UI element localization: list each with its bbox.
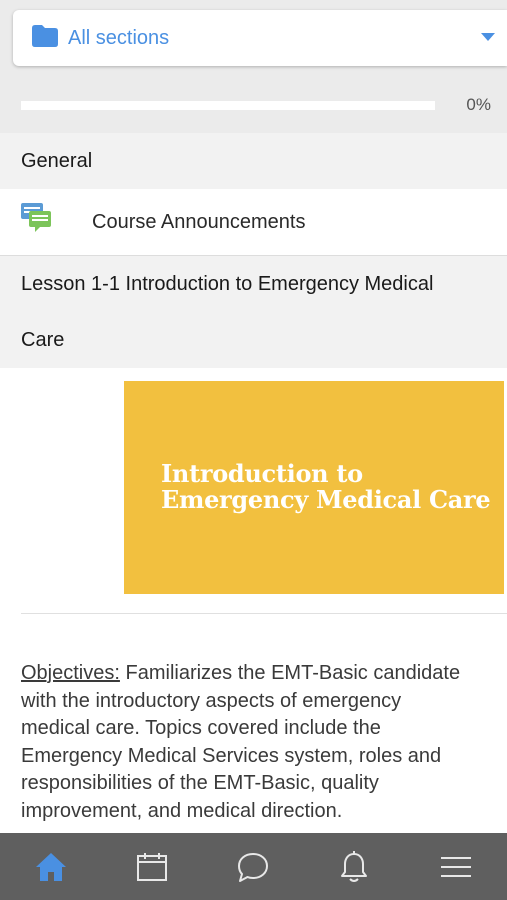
more-tab[interactable] [404, 833, 507, 900]
bottom-tab-bar [0, 833, 507, 900]
bell-icon [340, 850, 367, 882]
chat-bubble-icon [237, 852, 268, 882]
section-header-general: General [0, 133, 507, 189]
calendar-icon [136, 852, 167, 881]
menu-icon [440, 856, 471, 877]
module-course-announcements[interactable]: Course Announcements [0, 189, 507, 255]
home-tab[interactable] [0, 833, 101, 900]
divider [21, 613, 507, 614]
course-progress-text: 0% [466, 95, 491, 114]
course-progress-bar [21, 101, 435, 110]
section-header-lesson: Lesson 1-1 Introduction to Emergency Med… [0, 256, 507, 368]
course-header-area: All sections 0% [0, 0, 507, 133]
lesson-objectives: Objectives: Familiarizes the EMT-Basic c… [21, 660, 461, 825]
lesson-banner-line-1: Introduction to [161, 459, 363, 488]
messages-tab[interactable] [202, 833, 303, 900]
lesson-banner-line-2: Emergency Medical Care [161, 485, 491, 514]
forum-icon [21, 203, 51, 232]
module-label: Course Announcements [92, 211, 306, 233]
notifications-tab[interactable] [303, 833, 404, 900]
home-icon [35, 852, 66, 881]
section-selector-label: All sections [68, 27, 170, 49]
folder-icon [32, 25, 58, 47]
lesson-banner-image: Introduction to Emergency Medical Care [124, 381, 504, 594]
section-selector[interactable]: All sections [13, 10, 507, 66]
lesson-banner-text: Introduction to Emergency Medical Care [161, 459, 491, 514]
objectives-text: Familiarizes the EMT-Basic candidate wit… [21, 662, 461, 822]
objectives-label: Objectives: [21, 662, 120, 684]
calendar-tab[interactable] [101, 833, 202, 900]
chevron-down-icon [481, 33, 495, 41]
